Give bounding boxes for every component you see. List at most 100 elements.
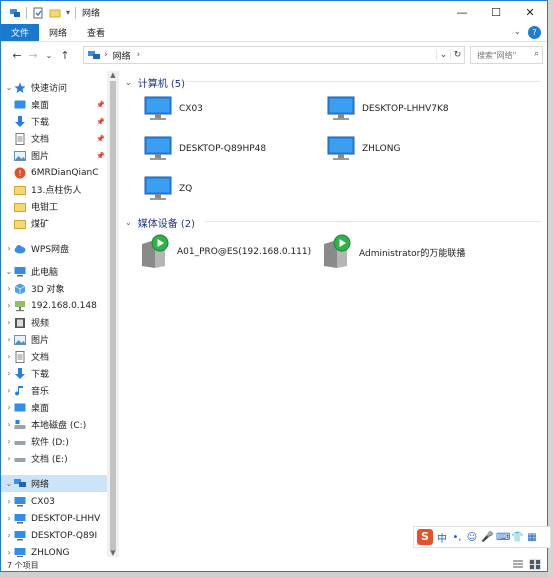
nav-pc-desktop[interactable]: › 桌面: [1, 399, 107, 416]
sogou-logo-icon[interactable]: S: [417, 529, 433, 545]
toolbox-icon[interactable]: ▦: [526, 532, 538, 543]
collapsed-chevron-icon[interactable]: ›: [4, 437, 14, 446]
collapsed-chevron-icon[interactable]: ›: [4, 301, 14, 310]
expanded-chevron-icon[interactable]: ⌄: [4, 267, 14, 276]
nav-quick-downloads[interactable]: 下载 📌: [1, 113, 107, 130]
computer-tile-cx03[interactable]: CX03: [143, 95, 203, 123]
address-dropdown-chevron-icon[interactable]: ⌄: [436, 50, 450, 60]
nav-network-q89[interactable]: › DESKTOP-Q89I: [1, 527, 107, 544]
properties-icon[interactable]: [32, 7, 44, 19]
refresh-icon[interactable]: ↻: [450, 50, 464, 60]
address-child-separator-icon[interactable]: ›: [137, 50, 141, 60]
details-view-icon[interactable]: [512, 559, 524, 570]
scrollbar-thumb[interactable]: [110, 81, 116, 551]
pin-icon[interactable]: 📌: [96, 101, 105, 109]
minimize-button[interactable]: —: [445, 1, 479, 24]
group-collapse-chevron-icon[interactable]: ⌄: [125, 218, 132, 227]
tab-view[interactable]: 查看: [77, 24, 115, 41]
large-icons-view-icon[interactable]: [529, 559, 541, 570]
scroll-down-icon[interactable]: ▼: [107, 549, 119, 557]
nav-pc-3d[interactable]: › 3D 对象: [1, 280, 107, 297]
computer-tile-zq[interactable]: ZQ: [143, 175, 192, 203]
new-folder-icon[interactable]: [49, 7, 61, 19]
collapsed-chevron-icon[interactable]: ›: [4, 454, 14, 463]
punctuation-icon[interactable]: •,: [451, 532, 463, 543]
microphone-icon[interactable]: 🎤: [481, 532, 493, 543]
nav-quick-pictures[interactable]: 图片 📌: [1, 147, 107, 164]
recent-locations-chevron-icon[interactable]: ⌄: [41, 51, 57, 60]
nav-pc-downloads[interactable]: › 下载: [1, 365, 107, 382]
pin-icon[interactable]: 📌: [96, 118, 105, 126]
computer-tile-q89[interactable]: DESKTOP-Q89HP48: [143, 135, 266, 163]
collapsed-chevron-icon[interactable]: ›: [4, 369, 14, 378]
nav-quick-folder-coal[interactable]: 煤矿: [1, 215, 107, 232]
pin-icon[interactable]: 📌: [96, 135, 105, 143]
computer-tile-lhhv[interactable]: DESKTOP-LHHV7K8: [326, 95, 449, 123]
collapsed-chevron-icon[interactable]: ›: [4, 497, 14, 506]
nav-network-zhlong[interactable]: › ZHLONG: [1, 544, 107, 557]
computer-tile-zhlong[interactable]: ZHLONG: [326, 135, 400, 163]
nav-pc-drive-c[interactable]: › 本地磁盘 (C:): [1, 416, 107, 433]
nav-pc-music[interactable]: › 音乐: [1, 382, 107, 399]
group-header-media[interactable]: ⌄ 媒体设备 (2): [125, 215, 545, 230]
expanded-chevron-icon[interactable]: ⌄: [4, 83, 14, 92]
group-header-computers[interactable]: ⌄ 计算机 (5): [125, 75, 545, 90]
address-bar[interactable]: › 网络 › ⌄ ↻: [83, 46, 465, 64]
nav-pc-videos[interactable]: › 视频: [1, 314, 107, 331]
forward-arrow-icon[interactable]: →: [25, 49, 41, 62]
address-path[interactable]: 网络: [113, 49, 131, 62]
nav-quick-folder-electric[interactable]: 电钳工: [1, 198, 107, 215]
nav-network[interactable]: ⌄ 网络: [1, 475, 107, 492]
tab-file[interactable]: 文件: [1, 24, 39, 41]
nav-quick-documents[interactable]: 文档 📌: [1, 130, 107, 147]
nav-quick-folder-13[interactable]: 13.点柱伤人: [1, 181, 107, 198]
expanded-chevron-icon[interactable]: ⌄: [4, 479, 14, 488]
keyboard-icon[interactable]: ⌨: [496, 532, 510, 543]
close-button[interactable]: ✕: [513, 1, 547, 24]
tab-network[interactable]: 网络: [39, 24, 77, 41]
maximize-button[interactable]: ☐: [479, 1, 513, 24]
nav-quick-access[interactable]: ⌄ 快速访问: [1, 79, 107, 96]
back-arrow-icon[interactable]: ←: [9, 49, 25, 62]
collapsed-chevron-icon[interactable]: ›: [4, 244, 14, 253]
media-tile-a01[interactable]: A01_PRO@ES(192.168.0.111): [139, 234, 311, 270]
nav-quick-6mr[interactable]: ! 6MRDianQianC: [1, 164, 107, 181]
emoji-icon[interactable]: ☺: [466, 532, 478, 543]
nav-pc-drive-d[interactable]: › 软件 (D:): [1, 433, 107, 450]
collapsed-chevron-icon[interactable]: ›: [4, 420, 14, 429]
nav-pc-share[interactable]: › 192.168.0.148: [1, 297, 107, 314]
nav-network-cx03[interactable]: › CX03: [1, 493, 107, 510]
search-icon[interactable]: ⌕: [534, 49, 539, 59]
pin-icon[interactable]: 📌: [96, 152, 105, 160]
collapsed-chevron-icon[interactable]: ›: [4, 403, 14, 412]
collapsed-chevron-icon[interactable]: ›: [4, 531, 14, 540]
nav-network-lhhv[interactable]: › DESKTOP-LHHV: [1, 510, 107, 527]
skin-icon[interactable]: 👕: [511, 532, 523, 543]
up-arrow-icon[interactable]: ↑: [57, 49, 73, 62]
nav-pc-documents[interactable]: › 文档: [1, 348, 107, 365]
collapsed-chevron-icon[interactable]: ›: [4, 548, 14, 557]
group-collapse-chevron-icon[interactable]: ⌄: [125, 78, 132, 87]
collapsed-chevron-icon[interactable]: ›: [4, 335, 14, 344]
computer-monitor-icon: [144, 96, 172, 120]
item-label: Administrator的万能联播: [359, 248, 466, 259]
expand-ribbon-chevron-icon[interactable]: ⌄: [513, 27, 521, 37]
help-icon[interactable]: ?: [528, 26, 541, 39]
collapsed-chevron-icon[interactable]: ›: [4, 386, 14, 395]
collapsed-chevron-icon[interactable]: ›: [4, 352, 14, 361]
nav-wps-drive[interactable]: › WPS网盘: [1, 240, 107, 257]
collapsed-chevron-icon[interactable]: ›: [4, 514, 14, 523]
nav-scrollbar[interactable]: ▲ ▼: [107, 71, 119, 557]
collapsed-chevron-icon[interactable]: ›: [4, 318, 14, 327]
nav-this-pc[interactable]: ⌄ 此电脑: [1, 263, 107, 280]
ime-mode-toggle[interactable]: 中: [436, 530, 448, 545]
nav-pc-pictures[interactable]: › 图片: [1, 331, 107, 348]
search-input[interactable]: 搜索"网络" ⌕: [470, 46, 543, 64]
nav-quick-desktop[interactable]: 桌面 📌: [1, 96, 107, 113]
address-separator-icon[interactable]: ›: [104, 50, 108, 60]
nav-pc-drive-e[interactable]: › 文档 (E:): [1, 450, 107, 467]
media-tile-admin[interactable]: Administrator的万能联播: [321, 234, 465, 270]
customize-qa-chevron-icon[interactable]: ▾: [66, 8, 70, 17]
collapsed-chevron-icon[interactable]: ›: [4, 284, 14, 293]
scroll-up-icon[interactable]: ▲: [107, 71, 119, 79]
